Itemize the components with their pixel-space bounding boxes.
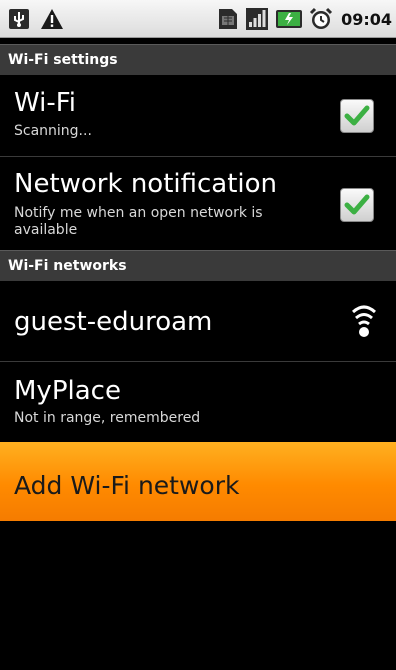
add-wifi-network-label: Add Wi-Fi network bbox=[14, 471, 240, 500]
add-wifi-network-button[interactable]: Add Wi-Fi network bbox=[0, 442, 396, 521]
network-notification-summary: Notify me when an open network is availa… bbox=[14, 205, 263, 238]
section-header-wifi-settings: Wi-Fi settings bbox=[0, 44, 396, 75]
section-header-wifi-networks: Wi-Fi networks bbox=[0, 250, 396, 281]
wifi-summary: Scanning... bbox=[14, 123, 92, 139]
wifi-checkbox[interactable] bbox=[340, 99, 374, 133]
usb-icon bbox=[9, 9, 29, 29]
network-notification-checkbox[interactable] bbox=[340, 188, 374, 222]
network-name: guest-eduroam bbox=[14, 307, 213, 337]
network-item-guest-eduroam[interactable]: guest-eduroam bbox=[0, 281, 396, 362]
status-bar: 09:04 bbox=[0, 0, 396, 38]
wifi-signal-icon bbox=[351, 305, 377, 337]
network-notification-row[interactable]: Network notification Notify me when an o… bbox=[0, 157, 396, 254]
network-summary: Not in range, remembered bbox=[14, 410, 201, 426]
warning-icon bbox=[41, 9, 63, 29]
checkmark-icon bbox=[344, 105, 370, 126]
status-right-icons: 09:04 bbox=[217, 6, 392, 32]
signal-icon bbox=[246, 8, 269, 30]
wifi-title: Wi-Fi bbox=[14, 88, 77, 118]
battery-icon bbox=[276, 10, 303, 28]
status-left-icons bbox=[8, 6, 64, 32]
status-time: 09:04 bbox=[341, 9, 392, 29]
network-item-myplace[interactable]: MyPlace Not in range, remembered bbox=[0, 362, 396, 442]
wifi-toggle-row[interactable]: Wi-Fi Scanning... bbox=[0, 75, 396, 157]
checkmark-icon bbox=[344, 194, 370, 215]
network-notification-title: Network notification bbox=[14, 169, 278, 199]
network-name: MyPlace bbox=[14, 376, 121, 406]
wifi-settings-screen: 09:04 Wi-Fi settings Wi-Fi Scanning... N… bbox=[0, 0, 396, 670]
sim-icon bbox=[219, 9, 238, 29]
alarm-icon bbox=[310, 7, 333, 29]
